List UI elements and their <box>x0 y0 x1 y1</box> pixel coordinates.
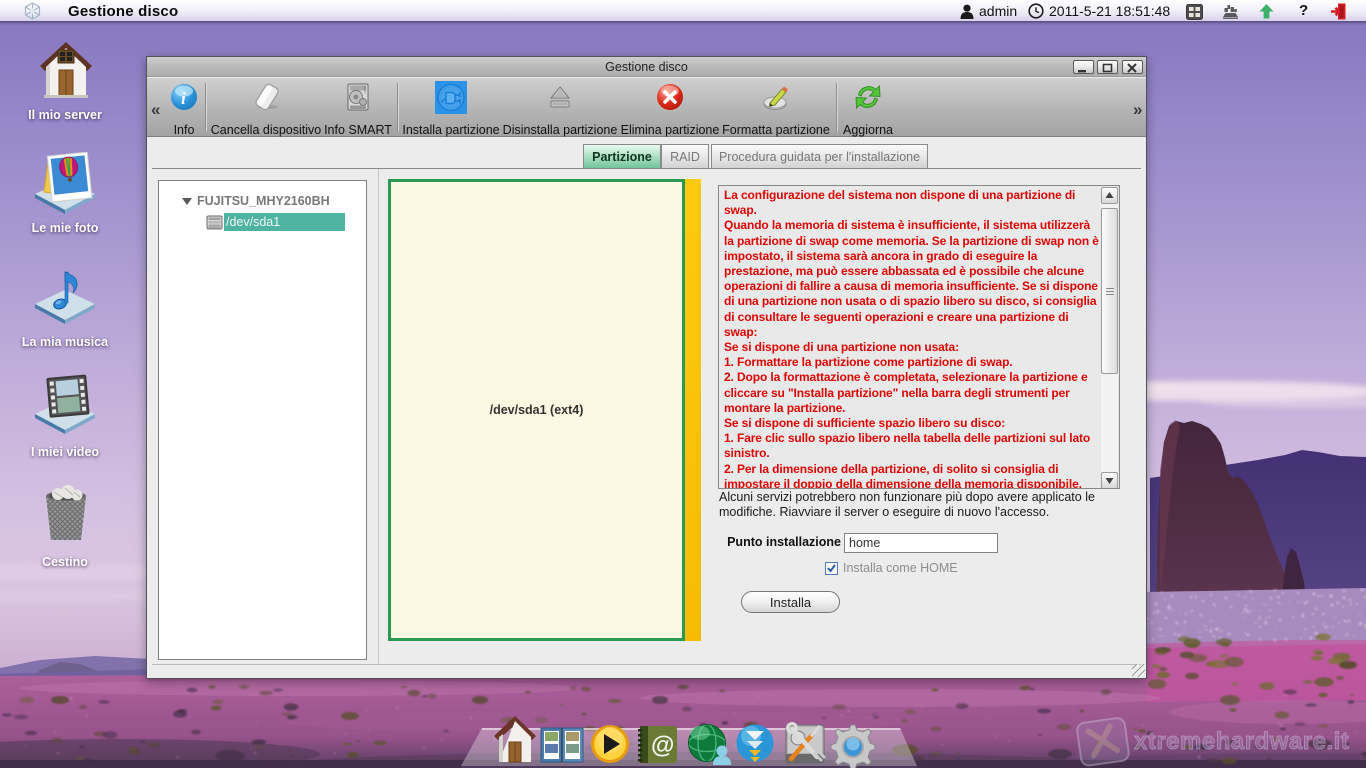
svg-text:xtremehardware.it: xtremehardware.it <box>1134 728 1349 755</box>
svg-text:@: @ <box>651 732 674 759</box>
svg-text:i: i <box>181 89 186 108</box>
